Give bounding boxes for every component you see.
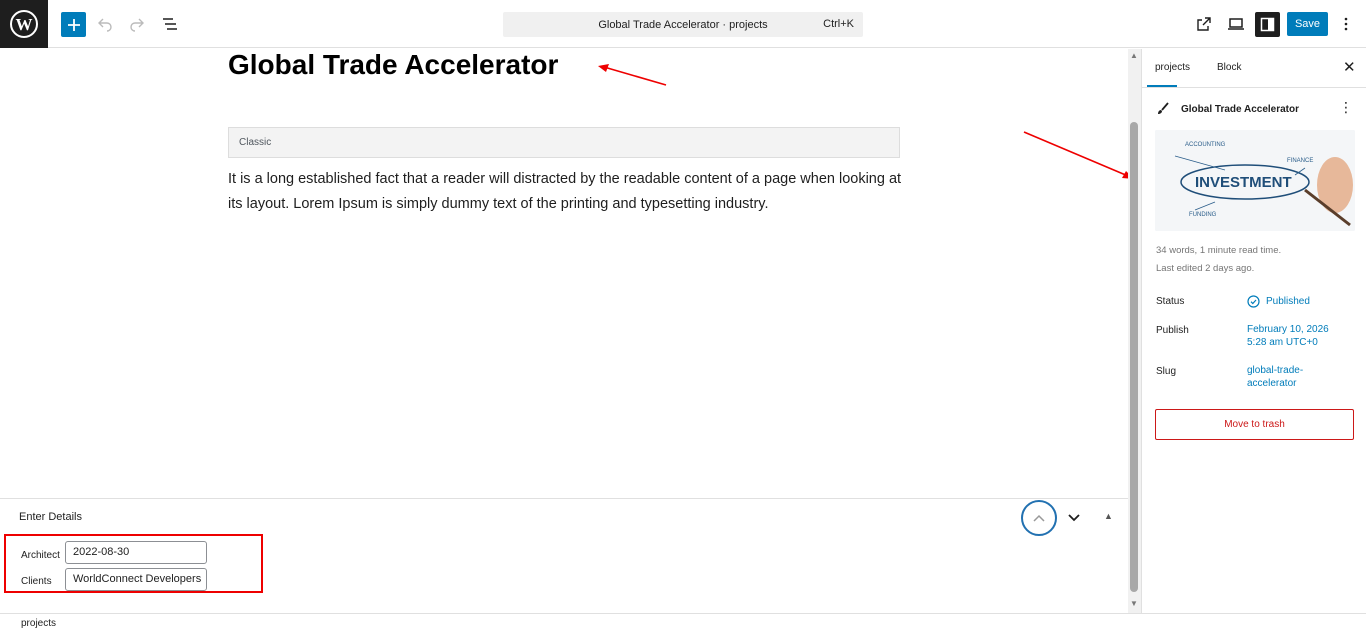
move-to-trash-button[interactable]: Move to trash: [1155, 409, 1354, 440]
clients-label: Clients: [21, 576, 52, 587]
publish-date-link[interactable]: February 10, 2026 5:28 am UTC+0: [1247, 323, 1329, 349]
save-button[interactable]: Save: [1287, 12, 1328, 36]
post-title[interactable]: Global Trade Accelerator: [228, 49, 558, 81]
editor-canvas: Global Trade Accelerator Classic It is a…: [0, 49, 1128, 498]
brush-icon: [1158, 102, 1169, 114]
status-label: Status: [1156, 296, 1185, 307]
custom-fields-metabox: Enter Details ▲ Architect 2022-08-30 Cli…: [0, 498, 1128, 613]
post-summary-title: Global Trade Accelerator: [1181, 103, 1300, 115]
publish-label: Publish: [1156, 325, 1189, 336]
collapse-toggle-icon[interactable]: ▲: [1104, 511, 1113, 521]
reading-stats: 34 words, 1 minute read time.: [1156, 245, 1282, 256]
clients-input[interactable]: WorldConnect Developers: [65, 568, 207, 591]
list-view-icon[interactable]: [158, 12, 182, 36]
slug-link[interactable]: global-trade- accelerator: [1247, 364, 1303, 390]
slug-line-2: accelerator: [1247, 378, 1297, 389]
status-value[interactable]: Published: [1247, 295, 1310, 308]
sidebar-tabs: projects Block ✕: [1142, 49, 1366, 88]
architect-label: Architect: [21, 550, 60, 561]
view-post-icon[interactable]: [1192, 12, 1216, 36]
settings-sidebar-toggle-icon[interactable]: [1255, 12, 1280, 37]
published-check-icon: [1247, 295, 1260, 308]
move-down-chevron-icon[interactable]: [1065, 509, 1083, 527]
undo-icon[interactable]: [93, 12, 117, 36]
redo-icon[interactable]: [125, 12, 149, 36]
thumb-word-funding: FUNDING: [1189, 212, 1217, 218]
breadcrumb-item[interactable]: projects: [21, 618, 56, 629]
command-palette-bar[interactable]: Global Trade Accelerator · projects Ctrl…: [503, 12, 863, 37]
wordpress-logo-icon[interactable]: W: [0, 0, 48, 48]
thumb-word-investment: INVESTMENT: [1195, 174, 1292, 191]
scrollbar-thumb[interactable]: [1130, 122, 1138, 592]
architect-input[interactable]: 2022-08-30: [65, 541, 207, 564]
slug-label: Slug: [1156, 366, 1177, 377]
last-edited: Last edited 2 days ago.: [1156, 263, 1255, 274]
editor-scrollbar[interactable]: ▲ ▼: [1128, 49, 1141, 613]
close-icon[interactable]: ✕: [1343, 58, 1356, 76]
active-tab-indicator: [1147, 85, 1177, 87]
scroll-up-arrow-icon[interactable]: ▲: [1130, 51, 1138, 60]
publish-time: 5:28 am UTC+0: [1247, 337, 1318, 348]
preview-device-icon[interactable]: [1224, 12, 1248, 36]
highlighted-fields-box: Architect 2022-08-30 Clients WorldConnec…: [4, 534, 263, 593]
svg-text:W: W: [16, 15, 33, 34]
post-summary-header: Global Trade Accelerator: [1156, 102, 1299, 116]
add-block-button[interactable]: [61, 12, 86, 37]
scroll-down-arrow-icon[interactable]: ▼: [1130, 599, 1138, 608]
classic-paragraph[interactable]: It is a long established fact that a rea…: [228, 167, 908, 217]
status-value-text: Published: [1266, 296, 1310, 307]
settings-sidebar: projects Block ✕ Global Trade Accelerato…: [1141, 49, 1366, 613]
slug-line-1: global-trade-: [1247, 365, 1304, 376]
tab-projects[interactable]: projects: [1155, 62, 1190, 73]
thumb-word-accounting: ACCOUNTING: [1185, 142, 1226, 148]
shortcut-hint: Ctrl+K: [823, 18, 854, 30]
editor-topbar: W Global Trade Accelerator · projects Ct…: [0, 0, 1366, 48]
metabox-title: Enter Details: [19, 511, 82, 523]
publish-date: February 10, 2026: [1247, 324, 1329, 335]
tab-block[interactable]: Block: [1217, 62, 1241, 73]
classic-block-toolbar[interactable]: Classic: [228, 127, 900, 158]
options-kebab-icon[interactable]: [1334, 12, 1358, 36]
command-title: Global Trade Accelerator · projects: [598, 18, 768, 31]
move-up-button[interactable]: [1021, 500, 1057, 536]
post-actions-kebab-icon[interactable]: ⋮: [1339, 99, 1353, 116]
footer-breadcrumb: projects: [0, 613, 1366, 633]
thumb-word-finance: FINANCE: [1287, 158, 1313, 164]
featured-image-thumbnail[interactable]: ACCOUNTING FINANCE INVESTMENT FUNDING: [1155, 130, 1355, 231]
